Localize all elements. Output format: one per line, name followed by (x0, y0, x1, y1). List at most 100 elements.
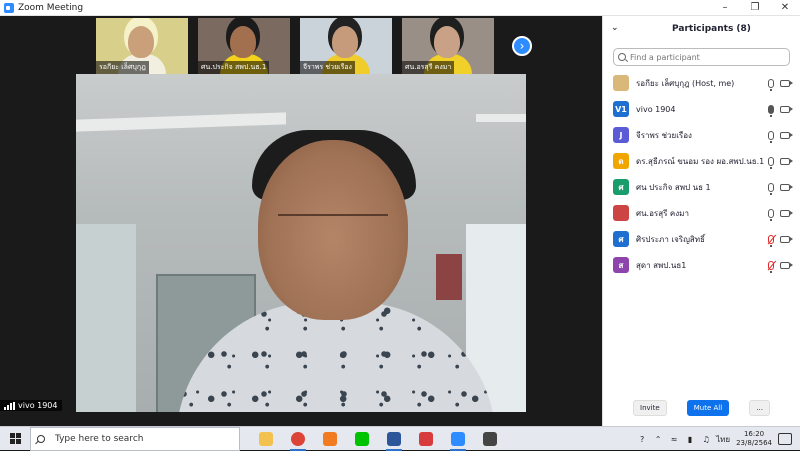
participant-thumbnail[interactable]: รอกียะ เล็ศบุกุฎ (96, 18, 188, 74)
video-camera-icon[interactable] (780, 183, 793, 191)
participant-row[interactable]: J จีราพร ช่วยเรือง (603, 122, 800, 148)
zoom-icon (451, 431, 465, 446)
volume-icon[interactable]: ♫ (700, 434, 712, 444)
microphone-icon[interactable] (768, 104, 774, 117)
participant-row[interactable]: รอกียะ เล็ศบุกุฎ (Host, me) (603, 70, 800, 96)
mic-muted-icon[interactable] (768, 260, 774, 273)
participant-avatar (613, 205, 629, 221)
thumbnail-name-label: ศน.อรสุรี คงมา (402, 61, 455, 74)
participant-row[interactable]: ด ดร.สุธีภรณ์ ขนอม รอง ผอ.สพป.นธ.1 (603, 148, 800, 174)
participant-avatar (613, 75, 629, 91)
taskbar-search-placeholder: Type here to search (55, 433, 144, 444)
taskbar-clock[interactable]: 16:20 23/8/2564 (736, 430, 772, 448)
participant-name: จีราพร ช่วยเรือง (636, 130, 692, 140)
taskbar-apps (250, 427, 506, 451)
start-button[interactable] (0, 427, 30, 451)
participant-name: ศน ประกิจ สพป นธ 1 (636, 182, 711, 192)
participant-row[interactable]: ศ ศน ประกิจ สพป นธ 1 (603, 174, 800, 200)
taskbar-app-chrome[interactable] (282, 427, 314, 451)
search-icon (618, 53, 626, 61)
title-bar: Zoom Meeting – ❐ ✕ (0, 0, 800, 16)
chrome-icon (291, 431, 305, 446)
windows-taskbar: Type here to search ? ⌃ ≈ ▮ ♫ ไทย 16:20 … (0, 426, 800, 451)
participants-header: ⌄ Participants (8) (603, 16, 800, 42)
taskbar-app-line[interactable] (346, 427, 378, 451)
taskbar-search[interactable]: Type here to search (30, 426, 240, 451)
participants-footer: Invite Mute All ... (603, 400, 800, 416)
participant-row[interactable]: ศน.อรสุรี คงมา (603, 200, 800, 226)
next-page-arrow-icon[interactable]: › (512, 36, 532, 56)
tray-expand-icon[interactable]: ⌃ (652, 434, 664, 444)
taskbar-app-word[interactable] (378, 427, 410, 451)
video-area: รอกียะ เล็ศบุกุฎ ศน.ประกิจ สพป.นธ.1 จีราพร… (0, 16, 602, 426)
taskbar-app-orange-app[interactable] (314, 427, 346, 451)
video-camera-icon[interactable] (780, 235, 793, 243)
mic-muted-icon[interactable] (768, 234, 774, 247)
participant-row[interactable]: ศ ศิรประภา เจริญสิทธิ์ (603, 226, 800, 252)
thumbnail-strip: รอกียะ เล็ศบุกุฎ ศน.ประกิจ สพป.นธ.1 จีราพร… (96, 18, 494, 74)
participant-list: รอกียะ เล็ศบุกุฎ (Host, me) V1 vivo 1904 J จ… (603, 70, 800, 278)
active-speaker-video[interactable] (76, 74, 526, 412)
thumbnail-name-label: รอกียะ เล็ศบุกุฎ (96, 61, 149, 74)
orange-app-icon (323, 431, 337, 446)
language-indicator[interactable]: ไทย (716, 434, 730, 444)
participant-avatar: ส (613, 257, 629, 273)
participant-row[interactable]: V1 vivo 1904 (603, 96, 800, 122)
windows-logo-icon (9, 433, 21, 444)
participant-avatar: ศ (613, 179, 629, 195)
wifi-icon[interactable]: ≈ (668, 434, 680, 444)
video-camera-icon[interactable] (780, 261, 793, 269)
taskbar-app-zoom[interactable] (442, 427, 474, 451)
minimize-button[interactable]: – (710, 0, 740, 16)
word-icon (387, 431, 401, 446)
invite-button[interactable]: Invite (633, 400, 667, 416)
participant-thumbnail[interactable]: จีราพร ช่วยเรือง (300, 18, 392, 74)
participant-name: ดร.สุธีภรณ์ ขนอม รอง ผอ.สพป.นธ.1 (636, 156, 765, 166)
taskbar-app-camera-app[interactable] (410, 427, 442, 451)
more-options-button[interactable]: ... (749, 400, 770, 416)
participant-avatar: ด (613, 153, 629, 169)
taskbar-app-file-explorer[interactable] (250, 427, 282, 451)
collapse-chevron-icon[interactable]: ⌄ (611, 23, 619, 33)
participant-avatar: V1 (613, 101, 629, 117)
participant-avatar: J (613, 127, 629, 143)
participant-search-input[interactable] (630, 52, 780, 62)
participant-row[interactable]: ส สุดา สพป.นธ1 (603, 252, 800, 278)
participant-name: ศน.อรสุรี คงมา (636, 208, 689, 218)
signal-strength-icon (4, 401, 15, 410)
thumbnail-name-label: ศน.ประกิจ สพป.นธ.1 (198, 61, 270, 74)
microphone-icon[interactable] (768, 156, 774, 169)
clock-time: 16:20 (743, 430, 765, 438)
microphone-icon[interactable] (768, 208, 774, 221)
system-tray: ? ⌃ ≈ ▮ ♫ ไทย 16:20 23/8/2564 (634, 427, 800, 451)
camera-app-icon (419, 431, 433, 446)
close-button[interactable]: ✕ (770, 0, 800, 16)
video-camera-icon[interactable] (780, 105, 793, 113)
video-camera-icon[interactable] (780, 209, 793, 217)
video-camera-icon[interactable] (780, 79, 793, 87)
microphone-icon[interactable] (768, 78, 774, 91)
search-icon (37, 434, 45, 443)
video-camera-icon[interactable] (780, 131, 793, 139)
restore-button[interactable]: ❐ (740, 0, 770, 16)
participants-title: Participants (8) (672, 24, 751, 34)
battery-icon[interactable]: ▮ (684, 434, 696, 444)
microphone-icon[interactable] (768, 182, 774, 195)
participant-name: สุดา สพป.นธ1 (636, 260, 687, 270)
participant-search[interactable] (613, 48, 790, 66)
microphone-icon[interactable] (768, 130, 774, 143)
video-camera-icon[interactable] (780, 157, 793, 165)
clock-date: 23/8/2564 (736, 439, 772, 447)
mute-all-button[interactable]: Mute All (686, 400, 730, 416)
participant-thumbnail[interactable]: ศน.อรสุรี คงมา (402, 18, 494, 74)
speaker-name-label: vivo 1904 (0, 400, 62, 411)
thumbnail-name-label: จีราพร ช่วยเรือง (300, 61, 355, 74)
zoom-app-icon (4, 2, 14, 13)
participant-thumbnail[interactable]: ศน.ประกิจ สพป.นธ.1 (198, 18, 290, 74)
participants-panel: ⌄ Participants (8) รอกียะ เล็ศบุกุฎ (Hos… (602, 16, 800, 426)
window-title: Zoom Meeting (18, 2, 84, 13)
notification-icon[interactable] (778, 433, 792, 445)
help-icon[interactable]: ? (636, 434, 648, 444)
participant-name: vivo 1904 (636, 104, 676, 114)
taskbar-app-settings[interactable] (474, 427, 506, 451)
